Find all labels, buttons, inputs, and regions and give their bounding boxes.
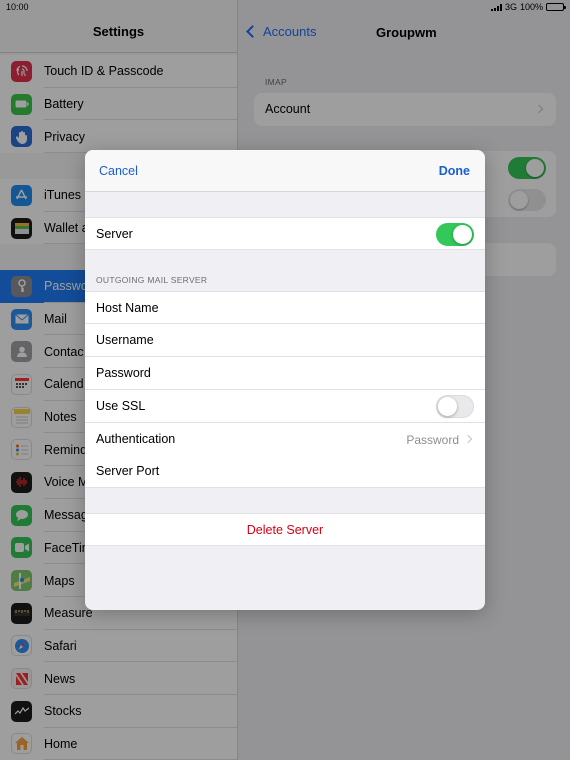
server-port-field[interactable]: Server Port bbox=[85, 455, 485, 488]
section-header-outgoing: OUTGOING MAIL SERVER bbox=[96, 275, 208, 285]
modal-header: Cancel Done bbox=[85, 150, 485, 192]
status-indicators: 3G 100% bbox=[490, 2, 566, 12]
use-ssl-row[interactable]: Use SSL bbox=[85, 390, 485, 423]
use-ssl-label: Use SSL bbox=[96, 399, 146, 413]
outgoing-server-modal: Cancel Done Server OUTGOING MAIL SERVER … bbox=[85, 150, 485, 610]
battery-percent: 100% bbox=[519, 2, 543, 12]
username-label: Username bbox=[96, 333, 154, 347]
server-port-label: Server Port bbox=[96, 464, 160, 478]
cancel-button[interactable]: Cancel bbox=[99, 164, 138, 178]
battery-icon bbox=[546, 3, 566, 11]
server-row[interactable]: Server bbox=[85, 217, 485, 250]
done-button[interactable]: Done bbox=[439, 164, 470, 178]
chevron-right-icon bbox=[463, 434, 473, 444]
delete-server-button[interactable]: Delete Server bbox=[85, 513, 485, 546]
use-ssl-toggle[interactable] bbox=[436, 395, 474, 418]
username-field[interactable]: Username bbox=[85, 324, 485, 357]
status-time: 10:00 bbox=[6, 2, 29, 12]
authentication-value: Password bbox=[406, 433, 459, 447]
status-bar: 10:00 3G 100% bbox=[0, 0, 570, 14]
password-field[interactable]: Password bbox=[85, 357, 485, 390]
password-label: Password bbox=[96, 366, 151, 380]
authentication-row[interactable]: Authentication Password bbox=[85, 423, 485, 456]
network-label: 3G bbox=[504, 2, 517, 12]
server-label: Server bbox=[96, 227, 133, 241]
server-toggle[interactable] bbox=[436, 223, 474, 246]
delete-server-label: Delete Server bbox=[246, 523, 324, 537]
host-name-field[interactable]: Host Name bbox=[85, 291, 485, 324]
signal-icon bbox=[490, 3, 502, 11]
host-name-label: Host Name bbox=[96, 301, 159, 315]
authentication-label: Authentication bbox=[96, 432, 176, 446]
